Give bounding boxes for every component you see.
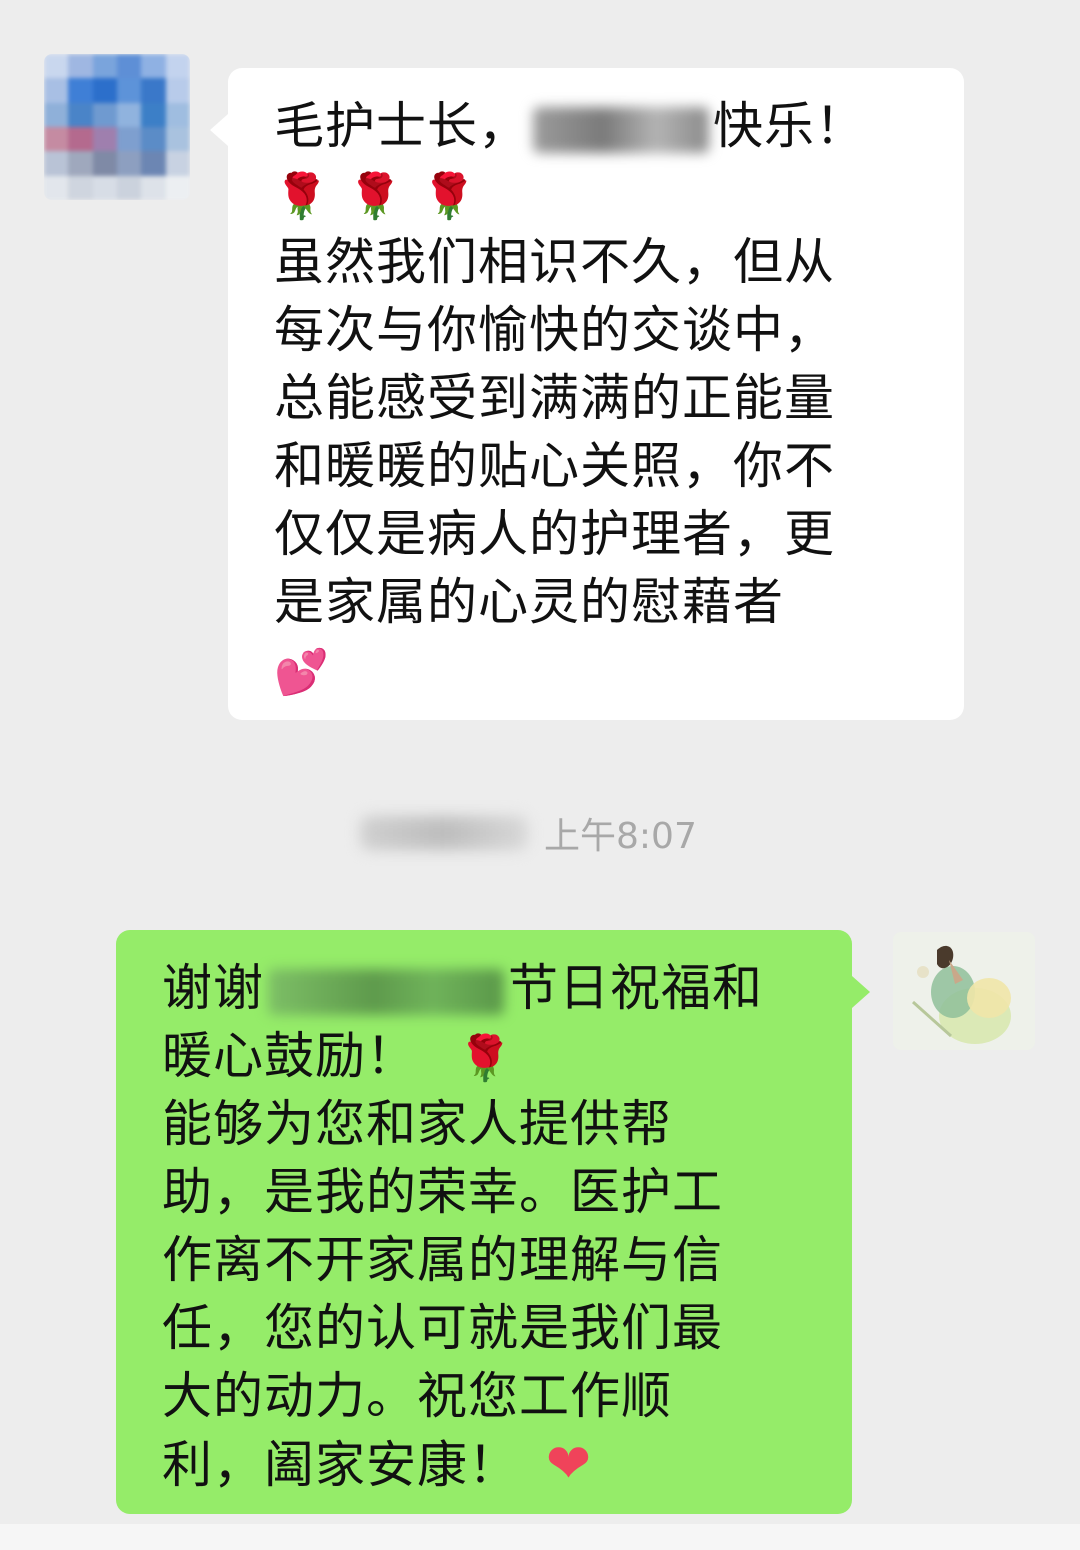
rose-icon: 🌹 — [347, 171, 404, 222]
message-text: 暖心鼓励！ — [162, 1027, 417, 1085]
message-line: 助，是我的荣幸。医护工 — [162, 1163, 723, 1221]
message-line: 毛护士长， 快乐！ — [274, 92, 924, 160]
rose-icon: 🌹 — [457, 1033, 514, 1084]
contact-avatar[interactable] — [44, 54, 190, 200]
message-line: 每次与你愉快的交谈中， — [274, 301, 835, 359]
message-text: 谢谢 — [162, 959, 264, 1017]
message-line: 暖心鼓励！ 🌹 — [162, 1022, 814, 1090]
avatar-mosaic — [44, 54, 190, 200]
rose-icon: 🌹 — [274, 171, 330, 222]
two-hearts-icon: 💕 — [274, 647, 330, 698]
incoming-message-bubble[interactable]: 毛护士长， 快乐！ 🌹 🌹 🌹 虽然我们相识不久，但从 每次与你愉快的交谈中， 总能感… — [210, 68, 964, 720]
message-line: 是家属的心灵的慰藉者 — [274, 573, 784, 631]
message-line: 谢谢 节日祝福和 — [162, 954, 814, 1022]
message-line: 作离不开家属的理解与信 — [162, 1231, 723, 1289]
outgoing-message-bubble[interactable]: 谢谢 节日祝福和 暖心鼓励！ 🌹 能够为您和家人提供帮 助，是我的荣幸。医护工 作… — [116, 930, 870, 1514]
message-text: 快乐！ — [713, 97, 866, 155]
blurred-text — [533, 106, 709, 153]
emoji-line: 🌹 🌹 🌹 — [274, 160, 924, 228]
message-text: 利，阖家安康！ — [162, 1436, 519, 1494]
chat-window: 毛护士长， 快乐！ 🌹 🌹 🌹 虽然我们相识不久，但从 每次与你愉快的交谈中， 总能感… — [0, 0, 1080, 1550]
blurred-date — [360, 816, 528, 850]
blurred-text — [268, 968, 504, 1015]
my-avatar[interactable] — [893, 932, 1035, 1050]
red-heart-icon: ❤ — [545, 1432, 593, 1495]
message-text: 毛护士长， — [274, 97, 529, 155]
illustration-avatar-icon — [893, 932, 1035, 1050]
message-line: 利，阖家安康！ ❤ — [162, 1430, 814, 1498]
message-timestamp: 上午8:07 — [360, 808, 697, 858]
message-line: 虽然我们相识不久，但从 — [274, 233, 835, 291]
message-line: 能够为您和家人提供帮 — [162, 1095, 672, 1153]
message-line: 大的动力。祝您工作顺 — [162, 1367, 672, 1425]
message-text: 节日祝福和 — [508, 959, 763, 1017]
message-line: 总能感受到满满的正能量 — [274, 369, 835, 427]
bottom-edge — [0, 1524, 1080, 1550]
message-line: 仅仅是病人的护理者，更 — [274, 505, 835, 563]
rose-icon: 🌹 — [421, 171, 478, 222]
timestamp-time: 上午8:07 — [544, 816, 697, 857]
message-line: 和暖暖的贴心关照，你不 — [274, 437, 835, 495]
message-line: 任，您的认可就是我们最 — [162, 1299, 723, 1357]
emoji-line: 💕 — [274, 636, 924, 704]
